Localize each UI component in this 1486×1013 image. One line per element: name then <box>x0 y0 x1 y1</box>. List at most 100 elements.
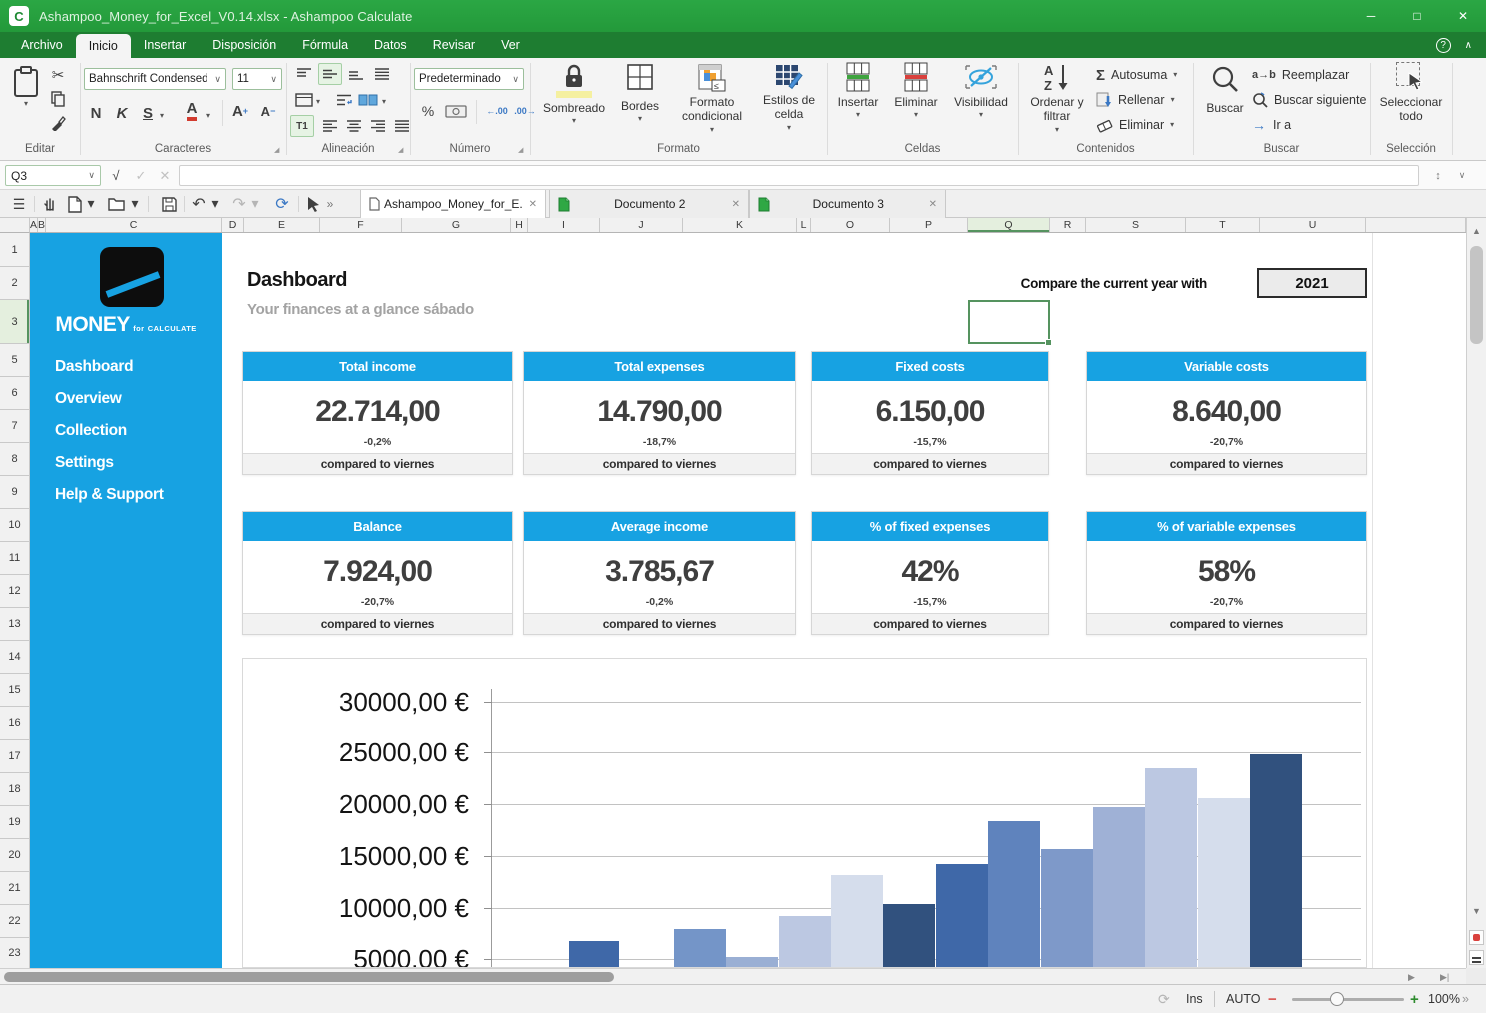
column-header-R[interactable]: R <box>1050 218 1086 232</box>
text-orientation-button[interactable]: T1 <box>290 115 314 137</box>
row-header-9[interactable]: 9 <box>0 476 29 509</box>
caret-down-icon[interactable]: ▾ <box>316 96 320 107</box>
dialog-launcher[interactable]: ◢ <box>274 146 279 154</box>
cell-styles-button[interactable]: Estilos de celda▾ <box>754 64 824 133</box>
status-more-icon[interactable]: » <box>1462 985 1469 1013</box>
sidebar-item-help-support[interactable]: Help & Support <box>30 479 222 511</box>
clear-contents-button[interactable]: Eliminar▾ <box>1096 114 1174 136</box>
copy-button[interactable] <box>46 88 70 110</box>
menu-tab-inicio[interactable]: Inicio <box>76 34 131 58</box>
sidebar-item-collection[interactable]: Collection <box>30 415 222 447</box>
justify-vertical-button[interactable] <box>370 63 394 85</box>
row-header-12[interactable]: 12 <box>0 575 29 608</box>
visibility-button[interactable]: Visibilidad ▾ <box>948 62 1014 121</box>
font-color-button[interactable]: A <box>180 100 204 122</box>
row-header-10[interactable]: 10 <box>0 509 29 542</box>
column-header-E[interactable]: E <box>244 218 320 232</box>
document-tab[interactable]: Documento 3✕ <box>749 190 946 218</box>
caret-down-icon[interactable]: ▾ <box>382 96 386 107</box>
delete-cells-button[interactable]: Eliminar ▾ <box>888 62 944 121</box>
chevron-down-icon[interactable]: ∨ <box>1452 165 1472 186</box>
go-to-button[interactable]: →Ir a <box>1252 114 1291 136</box>
row-header-20[interactable]: 20 <box>0 839 29 872</box>
close-tab-icon[interactable]: ✕ <box>529 199 537 210</box>
row-header-18[interactable]: 18 <box>0 773 29 806</box>
document-tab[interactable]: Documento 2✕ <box>549 190 749 218</box>
paste-button[interactable]: ▾ <box>8 66 44 109</box>
close-button[interactable]: ✕ <box>1440 0 1486 32</box>
column-header-C[interactable]: C <box>46 218 222 232</box>
more-tools-icon[interactable]: » <box>322 190 338 218</box>
underline-button[interactable]: S <box>136 102 160 124</box>
find-button[interactable]: Buscar <box>1200 64 1250 115</box>
column-header-O[interactable]: O <box>811 218 890 232</box>
align-center-button[interactable] <box>342 115 366 137</box>
cut-button[interactable]: ✂ <box>46 64 70 86</box>
font-name-select[interactable]: Bahnschrift Condensed∨ <box>84 68 226 90</box>
row-header-1[interactable]: 1 <box>0 233 29 267</box>
vertical-scrollbar[interactable]: ▲ ▼ <box>1466 218 1486 984</box>
sidebar-item-overview[interactable]: Overview <box>30 383 222 415</box>
row-header-16[interactable]: 16 <box>0 707 29 740</box>
row-header-15[interactable]: 15 <box>0 674 29 707</box>
cell-style-button[interactable] <box>292 89 316 111</box>
formula-input[interactable] <box>179 165 1419 186</box>
horizontal-scrollbar[interactable]: ▶ ▶| <box>0 968 1466 984</box>
scroll-up-icon[interactable]: ▲ <box>1467 226 1486 236</box>
format-painter-button[interactable] <box>46 112 70 134</box>
align-top-button[interactable] <box>292 63 316 85</box>
bold-button[interactable]: N <box>84 102 108 124</box>
delete-decimal-button[interactable]: .00→ <box>510 100 540 122</box>
zoom-slider-knob[interactable] <box>1330 992 1344 1006</box>
font-size-select[interactable]: 11∨ <box>232 68 282 90</box>
dialog-launcher[interactable]: ◢ <box>398 146 403 154</box>
close-tab-icon[interactable]: ✕ <box>732 199 740 210</box>
align-right-button[interactable] <box>366 115 390 137</box>
split-view-button[interactable] <box>1469 950 1484 965</box>
row-header-11[interactable]: 11 <box>0 542 29 575</box>
column-header-J[interactable]: J <box>600 218 683 232</box>
maximize-button[interactable]: □ <box>1394 0 1440 32</box>
dialog-launcher[interactable]: ◢ <box>518 146 523 154</box>
function-wizard-button[interactable]: √ <box>106 165 126 186</box>
wrap-text-button[interactable] <box>332 89 356 111</box>
cell-reference-box[interactable]: Q3∨ <box>5 165 101 186</box>
shrink-font-button[interactable]: A− <box>256 100 280 122</box>
shading-button[interactable]: Sombreado ▾ <box>540 64 608 127</box>
column-header-G[interactable]: G <box>402 218 511 232</box>
sidebar-item-settings[interactable]: Settings <box>30 447 222 479</box>
row-header-22[interactable]: 22 <box>0 905 29 938</box>
menu-tab-ver[interactable]: Ver <box>488 32 533 58</box>
menu-tab-insertar[interactable]: Insertar <box>131 32 199 58</box>
column-header-I[interactable]: I <box>528 218 600 232</box>
row-header-19[interactable]: 19 <box>0 806 29 839</box>
caret-down-icon[interactable]: ▾ <box>160 110 164 121</box>
italic-button[interactable]: K <box>110 102 134 124</box>
row-header-3[interactable]: 3 <box>0 300 29 344</box>
number-format-select[interactable]: Predeterminado∨ <box>414 68 524 90</box>
redo-icon[interactable]: ↷ <box>230 190 248 218</box>
refresh-icon[interactable]: ⟳ <box>272 190 292 218</box>
help-icon[interactable]: ? <box>1436 38 1451 53</box>
column-header-A[interactable]: A <box>30 218 38 232</box>
selected-cell-q3[interactable] <box>968 300 1050 344</box>
column-header-S[interactable]: S <box>1086 218 1186 232</box>
zoom-slider-track[interactable] <box>1292 998 1404 1001</box>
caret-down-icon[interactable]: ▾ <box>210 190 220 218</box>
horizontal-scroll-thumb[interactable] <box>4 972 614 982</box>
fill-handle[interactable] <box>1045 339 1052 346</box>
find-next-button[interactable]: Buscar siguiente <box>1252 89 1366 111</box>
expand-formula-bar-icon[interactable]: ↕ <box>1428 165 1448 186</box>
cursor-icon[interactable] <box>304 190 322 218</box>
menu-tab-disposición[interactable]: Disposición <box>199 32 289 58</box>
scroll-right-icon[interactable]: ▶ <box>1408 970 1415 984</box>
select-all-button[interactable]: Seleccionar todo <box>1378 62 1444 124</box>
vertical-scroll-thumb[interactable] <box>1470 246 1483 344</box>
column-header-B[interactable]: B <box>38 218 46 232</box>
scroll-down-icon[interactable]: ▼ <box>1467 906 1486 916</box>
caret-down-icon[interactable]: ▾ <box>86 190 96 218</box>
conditional-format-button[interactable]: ≤ Formato condicional▾ <box>672 64 752 135</box>
record-change-button[interactable] <box>1469 930 1484 945</box>
accept-icon[interactable]: ✓ <box>131 165 151 186</box>
menu-tab-archivo[interactable]: Archivo <box>8 32 76 58</box>
